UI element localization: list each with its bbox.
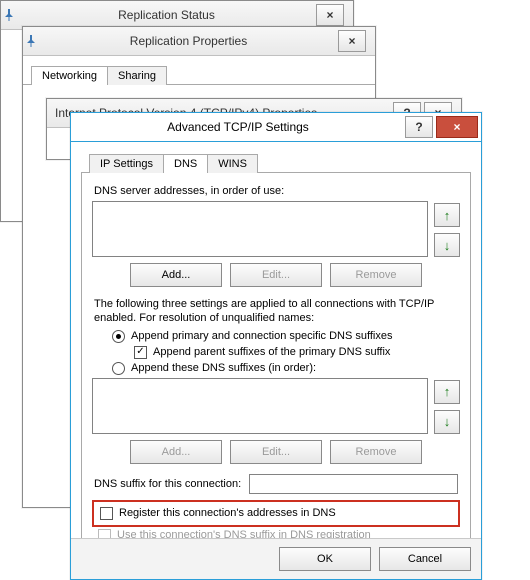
tab-ip-settings[interactable]: IP Settings: [89, 154, 164, 173]
checkbox-register-dns[interactable]: Register this connection's addresses in …: [100, 507, 454, 520]
suffix-move-down-button[interactable]: ↓: [434, 410, 460, 434]
ok-button[interactable]: OK: [279, 547, 371, 571]
help-button[interactable]: ?: [405, 116, 433, 138]
tab-dns[interactable]: DNS: [163, 154, 208, 173]
tab-sharing[interactable]: Sharing: [107, 66, 167, 85]
tab-networking[interactable]: Networking: [31, 66, 108, 85]
dns-suffixes-listbox[interactable]: [92, 378, 428, 434]
window-title: Advanced TCP/IP Settings: [71, 120, 405, 134]
tab-wins[interactable]: WINS: [207, 154, 258, 173]
pin-icon[interactable]: [1, 9, 17, 21]
checkbox-append-parent[interactable]: ✓ Append parent suffixes of the primary …: [134, 346, 460, 359]
highlighted-option: Register this connection's addresses in …: [92, 500, 460, 527]
edit-suffix-button[interactable]: Edit...: [230, 440, 322, 464]
radio-append-primary-label: Append primary and connection specific D…: [131, 330, 393, 342]
cancel-button[interactable]: Cancel: [379, 547, 471, 571]
add-suffix-button[interactable]: Add...: [130, 440, 222, 464]
radio-append-these-label: Append these DNS suffixes (in order):: [131, 362, 316, 374]
dns-suffix-label: DNS suffix for this connection:: [94, 478, 241, 490]
window-title: Replication Properties: [39, 34, 338, 48]
close-button[interactable]: ×: [436, 116, 478, 138]
pin-icon[interactable]: [23, 35, 39, 47]
suffix-move-up-button[interactable]: ↑: [434, 380, 460, 404]
add-dns-server-button[interactable]: Add...: [130, 263, 222, 287]
move-up-button[interactable]: ↑: [434, 203, 460, 227]
close-button[interactable]: ×: [338, 30, 366, 52]
move-down-button[interactable]: ↓: [434, 233, 460, 257]
dns-suffix-input[interactable]: [249, 474, 458, 494]
dns-servers-listbox[interactable]: [92, 201, 428, 257]
checkbox-append-parent-label: Append parent suffixes of the primary DN…: [153, 346, 390, 358]
settings-description: The following three settings are applied…: [94, 297, 458, 326]
dns-servers-label: DNS server addresses, in order of use:: [94, 185, 460, 197]
close-button[interactable]: ×: [316, 4, 344, 26]
checkbox-register-dns-label: Register this connection's addresses in …: [119, 507, 336, 519]
edit-dns-server-button[interactable]: Edit...: [230, 263, 322, 287]
window-title: Replication Status: [17, 8, 316, 22]
remove-suffix-button[interactable]: Remove: [330, 440, 422, 464]
radio-append-primary[interactable]: Append primary and connection specific D…: [112, 330, 460, 343]
remove-dns-server-button[interactable]: Remove: [330, 263, 422, 287]
radio-append-these[interactable]: Append these DNS suffixes (in order):: [112, 362, 460, 375]
